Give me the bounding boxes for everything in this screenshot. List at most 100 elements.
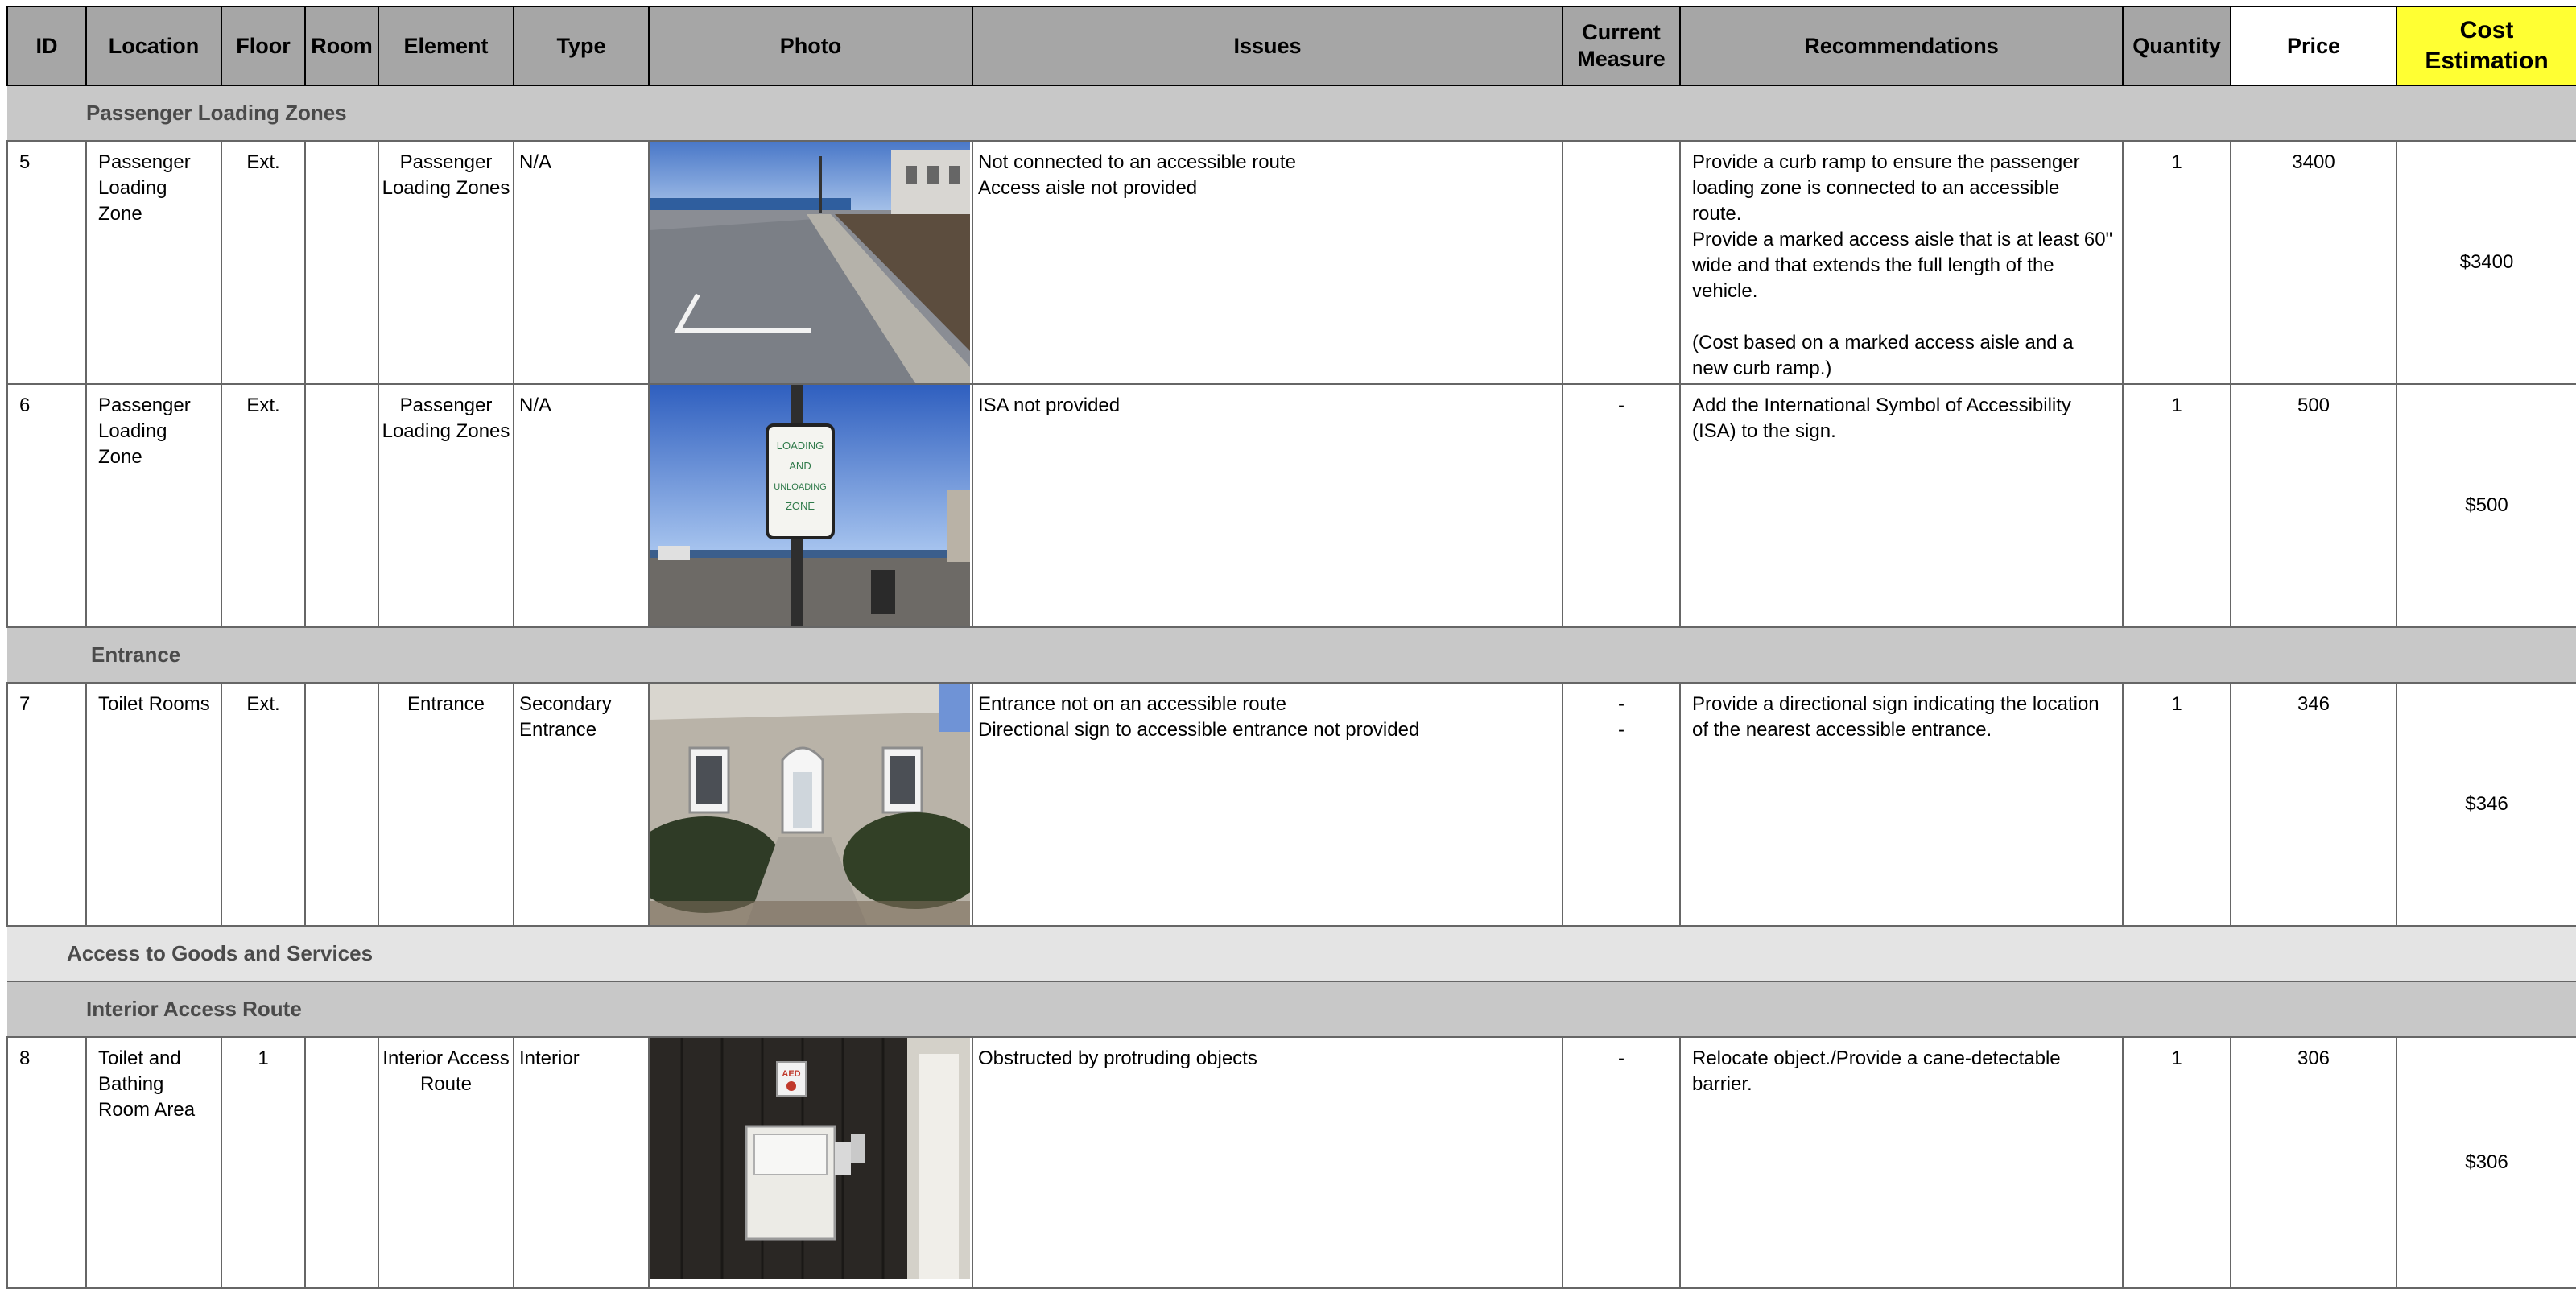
section-row: Interior Access Route — [7, 981, 2576, 1038]
table-row: 7 Toilet Rooms Ext. Entrance Secondary E… — [6, 682, 2576, 927]
recommendation-line: Provide a marked access aisle that is at… — [1692, 229, 2113, 302]
cell-location: Passenger Loading Zone — [85, 383, 222, 628]
header-room: Room — [304, 6, 379, 86]
assessment-table: ID Location Floor Room Element Type Phot… — [6, 6, 2576, 1289]
cell-recommendations: Add the International Symbol of Accessib… — [1679, 383, 2124, 628]
header-price: Price — [2230, 6, 2397, 86]
cell-current-measure: - — [1562, 1036, 1681, 1289]
measure-line: - — [1618, 395, 1624, 416]
header-photo: Photo — [648, 6, 973, 86]
issue-line: Access aisle not provided — [978, 177, 1198, 199]
cell-floor: 1 — [221, 1036, 306, 1289]
cell-issues: Not connected to an accessible route Acc… — [972, 140, 1563, 385]
issue-line: Obstructed by protruding objects — [978, 1047, 1257, 1069]
recommendation-line: Add the International Symbol of Accessib… — [1692, 395, 2071, 442]
cell-floor: Ext. — [221, 682, 306, 927]
issue-line: Entrance not on an accessible route — [978, 693, 1286, 715]
cell-photo — [648, 140, 973, 385]
cell-cost-estimation: $500 — [2396, 383, 2576, 628]
cell-issues: ISA not provided — [972, 383, 1563, 628]
header-recommendations: Recommendations — [1679, 6, 2124, 86]
cell-recommendations: Provide a curb ramp to ensure the passen… — [1679, 140, 2124, 385]
header-type: Type — [513, 6, 650, 86]
issue-line: Not connected to an accessible route — [978, 151, 1296, 173]
header-issues: Issues — [972, 6, 1563, 86]
cell-recommendations: Relocate object./Provide a cane-detectab… — [1679, 1036, 2124, 1289]
section-title-entrance: Entrance — [7, 626, 2576, 684]
table-row: 8 Toilet and Bathing Room Area 1 Interio… — [6, 1036, 2576, 1289]
section-row: Access to Goods and Services — [7, 925, 2576, 982]
section-title-interior-route: Interior Access Route — [7, 981, 2576, 1038]
photo-building-entrance-icon — [650, 684, 970, 925]
cell-element: Passenger Loading Zones — [378, 383, 514, 628]
aed-label: AED — [782, 1069, 800, 1079]
photo-parking-lot-curb-icon — [650, 142, 970, 383]
cell-location: Passenger Loading Zone — [85, 140, 222, 385]
cell-recommendations: Provide a directional sign indicating th… — [1679, 682, 2124, 927]
cell-element: Interior Access Route — [378, 1036, 514, 1289]
sign-line: LOADING — [777, 440, 824, 452]
cell-cost-estimation: $306 — [2396, 1036, 2576, 1289]
cell-id: 5 — [6, 140, 87, 385]
section-row: Passenger Loading Zones — [7, 85, 2576, 142]
cell-room — [304, 682, 379, 927]
cell-type: Interior — [513, 1036, 650, 1289]
cell-type: N/A — [513, 383, 650, 628]
header-element: Element — [378, 6, 514, 86]
issue-line: Directional sign to accessible entrance … — [978, 719, 1420, 741]
cell-price: 3400 — [2230, 140, 2397, 385]
cell-photo — [648, 682, 973, 927]
header-cost-estimation: Cost Estimation — [2396, 6, 2576, 86]
header-quantity: Quantity — [2122, 6, 2231, 86]
cell-id: 7 — [6, 682, 87, 927]
cell-cost-estimation: $3400 — [2396, 140, 2576, 385]
recommendation-line: Provide a curb ramp to ensure the passen… — [1692, 151, 2080, 225]
issue-line: ISA not provided — [978, 395, 1121, 416]
sign-line: UNLOADING — [774, 482, 826, 492]
measure-line: - — [1618, 1047, 1624, 1069]
cell-current-measure — [1562, 140, 1681, 385]
table-row: 6 Passenger Loading Zone Ext. Passenger … — [6, 383, 2576, 628]
cell-price: 346 — [2230, 682, 2397, 927]
cell-price: 500 — [2230, 383, 2397, 628]
table-row: 5 Passenger Loading Zone Ext. Passenger … — [6, 140, 2576, 385]
cell-location: Toilet Rooms — [85, 682, 222, 927]
cell-photo: AED — [648, 1036, 973, 1289]
cell-quantity: 1 — [2122, 140, 2231, 385]
section-row: Entrance — [7, 626, 2576, 684]
header-row: ID Location Floor Room Element Type Phot… — [6, 6, 2576, 86]
cell-current-measure: - — [1562, 383, 1681, 628]
recommendation-line: Provide a directional sign indicating th… — [1692, 693, 2099, 741]
cell-issues: Obstructed by protruding objects — [972, 1036, 1563, 1289]
cell-cost-estimation: $346 — [2396, 682, 2576, 927]
sign-line: AND — [789, 460, 811, 472]
section-title-access-goods: Access to Goods and Services — [7, 925, 2576, 982]
measure-line: - — [1618, 719, 1624, 741]
photo-protruding-object-icon: AED — [650, 1038, 970, 1279]
cell-floor: Ext. — [221, 383, 306, 628]
cell-quantity: 1 — [2122, 682, 2231, 927]
photo-loading-zone-sign-icon: LOADING AND UNLOADING ZONE — [650, 385, 970, 626]
cell-room — [304, 140, 379, 385]
measure-line: - — [1618, 693, 1624, 715]
cell-element: Passenger Loading Zones — [378, 140, 514, 385]
header-current-measure: Current Measure — [1562, 6, 1681, 86]
cell-type: Secondary Entrance — [513, 682, 650, 927]
header-floor: Floor — [221, 6, 306, 86]
header-id: ID — [6, 6, 87, 86]
recommendation-line: Relocate object./Provide a cane-detectab… — [1692, 1047, 2061, 1095]
cell-id: 6 — [6, 383, 87, 628]
cell-element: Entrance — [378, 682, 514, 927]
cell-current-measure: - - — [1562, 682, 1681, 927]
header-location: Location — [85, 6, 222, 86]
cell-issues: Entrance not on an accessible route Dire… — [972, 682, 1563, 927]
cell-id: 8 — [6, 1036, 87, 1289]
cell-photo: LOADING AND UNLOADING ZONE — [648, 383, 973, 628]
cell-room — [304, 383, 379, 628]
sign-line: ZONE — [786, 500, 815, 512]
cell-quantity: 1 — [2122, 1036, 2231, 1289]
section-title-passenger-loading: Passenger Loading Zones — [7, 85, 2576, 142]
cell-type: N/A — [513, 140, 650, 385]
cell-room — [304, 1036, 379, 1289]
cell-location: Toilet and Bathing Room Area — [85, 1036, 222, 1289]
